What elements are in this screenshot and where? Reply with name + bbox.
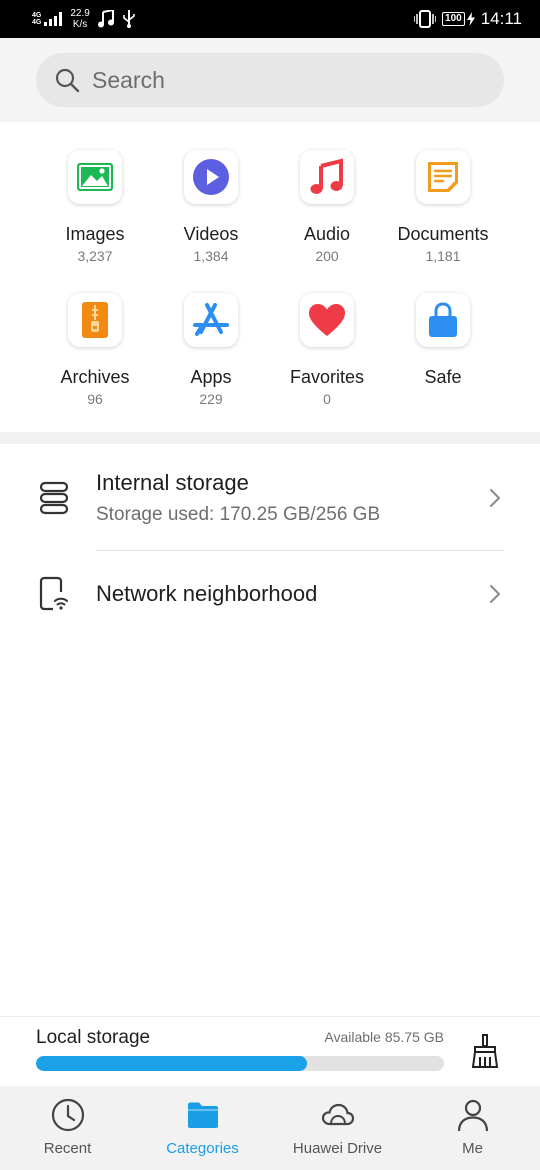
category-tile [300, 150, 354, 204]
category-label: Audio [303, 224, 351, 244]
category-label: Documents [397, 224, 489, 244]
category-label: Favorites [289, 367, 365, 387]
category-count: 229 [199, 391, 223, 407]
category-label: Images [65, 224, 125, 244]
search-input[interactable]: Search [36, 53, 504, 107]
network-neighborhood-title: Network neighborhood [96, 581, 318, 606]
nav-recent[interactable]: Recent [0, 1086, 135, 1170]
category-count: 0 [323, 391, 331, 407]
zip-icon [82, 302, 108, 338]
lock-icon [429, 302, 457, 337]
speed-unit: K/s [72, 19, 88, 30]
categories-panel: Images 3,237 Videos 1,384 Audio 200 Docu… [0, 122, 540, 432]
category-label: Safe [424, 367, 462, 387]
image-icon [77, 163, 113, 191]
category-safe[interactable]: Safe [385, 287, 501, 430]
category-tile [416, 293, 470, 347]
app-store-icon [193, 303, 229, 336]
storage-list: Internal storage Storage used: 170.25 GB… [0, 444, 540, 637]
category-apps[interactable]: Apps 229 [153, 287, 269, 430]
clock-time: 14:11 [480, 9, 522, 28]
category-tile [300, 293, 354, 347]
network-neighborhood-row[interactable]: Network neighborhood [0, 551, 540, 637]
category-count: 1,384 [193, 248, 229, 264]
document-icon [428, 162, 458, 192]
category-tile [68, 150, 122, 204]
nav-categories[interactable]: Categories [135, 1086, 270, 1170]
folder-icon [187, 1102, 218, 1128]
broom-icon[interactable] [470, 1033, 500, 1069]
category-favorites[interactable]: Favorites 0 [269, 287, 385, 430]
internal-storage-title: Internal storage [96, 469, 249, 495]
clock-icon [51, 1098, 84, 1132]
nav-label: Me [462, 1140, 483, 1157]
nav-label: Huawei Drive [292, 1140, 383, 1157]
battery-indicator: 100 [442, 12, 475, 26]
network-sub: 4G [32, 19, 42, 26]
internal-storage-text: Internal storage Storage used: 170.25 GB… [96, 470, 380, 526]
network-device-icon [39, 576, 68, 611]
signal-bars-icon [44, 12, 63, 26]
nav-label: Categories [166, 1140, 239, 1157]
status-bar: 4G 4G 22.9 K/s 100 14:11 [0, 0, 540, 38]
network-icon-wrap [38, 576, 70, 612]
network-neighborhood-text: Network neighborhood [96, 581, 317, 607]
category-tile [184, 293, 238, 347]
category-tile [184, 150, 238, 204]
network-speed: 22.9 K/s [70, 8, 89, 30]
vibrate-icon [414, 10, 437, 28]
category-count: 96 [87, 391, 103, 407]
categories-grid: Images 3,237 Videos 1,384 Audio 200 Docu… [37, 144, 501, 430]
category-tile [416, 150, 470, 204]
music-note-icon [310, 158, 343, 194]
local-storage-panel: Local storage Available 85.75 GB [0, 1016, 540, 1086]
category-archives[interactable]: Archives 96 [37, 287, 153, 430]
internal-storage-row[interactable]: Internal storage Storage used: 170.25 GB… [0, 444, 540, 551]
category-documents[interactable]: Documents 1,181 [385, 144, 501, 287]
local-storage-label: Local storage [36, 1027, 151, 1048]
category-tile [68, 293, 122, 347]
person-icon [457, 1099, 488, 1132]
category-videos[interactable]: Videos 1,384 [153, 144, 269, 287]
play-icon [193, 159, 229, 195]
nav-label: Recent [43, 1140, 92, 1157]
network-type: 4G [32, 12, 42, 19]
category-label: Apps [190, 367, 232, 387]
storage-icon-wrap [38, 480, 70, 516]
available-space: Available 85.75 GB [324, 1029, 444, 1045]
internal-storage-usage: Storage used: 170.25 GB/256 GB [96, 503, 381, 525]
category-count: 3,237 [77, 248, 113, 264]
cellular-signal: 4G 4G [32, 12, 63, 26]
category-label: Archives [60, 367, 130, 387]
category-count: 1,181 [425, 248, 461, 264]
category-count: 200 [315, 248, 339, 264]
bottom-navigation: Recent Categories Huawei Drive Me [0, 1086, 540, 1170]
battery-level: 100 [442, 12, 465, 26]
chevron-right-icon [490, 488, 501, 507]
storage-progress-bar [36, 1056, 444, 1071]
category-audio[interactable]: Audio 200 [269, 144, 385, 287]
usb-icon [123, 10, 135, 28]
storage-icon [39, 481, 69, 514]
nav-huawei-drive[interactable]: Huawei Drive [270, 1086, 405, 1170]
cloud-icon [321, 1103, 354, 1126]
charging-icon [466, 12, 475, 26]
chevron-right-icon [490, 585, 501, 603]
category-label: Videos [183, 224, 239, 244]
category-images[interactable]: Images 3,237 [37, 144, 153, 287]
search-icon [55, 68, 80, 93]
speed-value: 22.9 [70, 8, 90, 19]
nav-me[interactable]: Me [405, 1086, 540, 1170]
storage-progress-fill [36, 1056, 308, 1071]
heart-icon [309, 304, 345, 336]
search-placeholder: Search [92, 66, 165, 93]
search-area: Search [0, 38, 540, 122]
section-divider [0, 432, 540, 444]
music-note-icon [97, 10, 114, 28]
